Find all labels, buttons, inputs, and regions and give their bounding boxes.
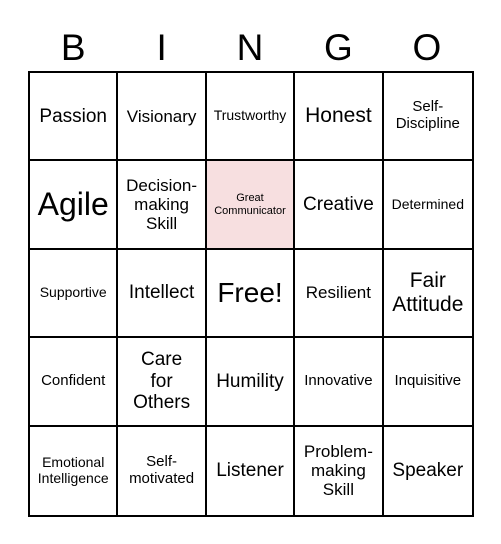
- bingo-cell[interactable]: Innovative: [295, 338, 384, 427]
- bingo-cell[interactable]: Honest: [295, 73, 384, 162]
- bingo-cell[interactable]: Confident: [30, 338, 119, 427]
- bingo-cell[interactable]: Humility: [206, 338, 296, 427]
- header-letter-g: G: [324, 27, 353, 68]
- bingo-header: B I N G O: [29, 26, 471, 70]
- bingo-cell[interactable]: Resilient: [295, 249, 384, 339]
- bingo-cell[interactable]: Trustworthy: [206, 73, 296, 162]
- bingo-cell[interactable]: Agile: [30, 161, 119, 250]
- header-letter-n: N: [236, 27, 264, 68]
- bingo-cell[interactable]: Inquisitive: [383, 338, 472, 427]
- bingo-card-grid: Passion Visionary Trustworthy Honest Sel…: [28, 71, 474, 517]
- bingo-cell[interactable]: Supportive: [30, 249, 119, 339]
- bingo-cell[interactable]: Decision-making Skill: [118, 161, 207, 250]
- bingo-cell[interactable]: Listener: [207, 426, 296, 515]
- bingo-cell[interactable]: Self- Discipline: [383, 73, 472, 162]
- bingo-free-cell[interactable]: Free!: [206, 249, 296, 339]
- bingo-cell[interactable]: Speaker: [384, 427, 472, 515]
- header-letter-b: B: [60, 27, 86, 68]
- bingo-cell[interactable]: Fair Attitude: [383, 250, 472, 339]
- bingo-cell[interactable]: Determined: [383, 161, 472, 250]
- bingo-cell[interactable]: Creative: [295, 161, 384, 250]
- header-letter-i: I: [156, 27, 167, 68]
- bingo-cell[interactable]: Passion: [30, 73, 119, 162]
- bingo-cell[interactable]: Self-motivated: [118, 426, 207, 515]
- bingo-cell[interactable]: Care for Others: [118, 338, 207, 427]
- bingo-cell-highlighted[interactable]: Great Communicator: [206, 161, 296, 250]
- bingo-cell[interactable]: Emotional Intelligence: [30, 426, 119, 515]
- bingo-cell[interactable]: Intellect: [118, 249, 207, 339]
- header-letter-o: O: [412, 27, 442, 68]
- bingo-cell[interactable]: Visionary: [118, 73, 207, 162]
- bingo-cell[interactable]: Problem-making Skill: [295, 426, 384, 515]
